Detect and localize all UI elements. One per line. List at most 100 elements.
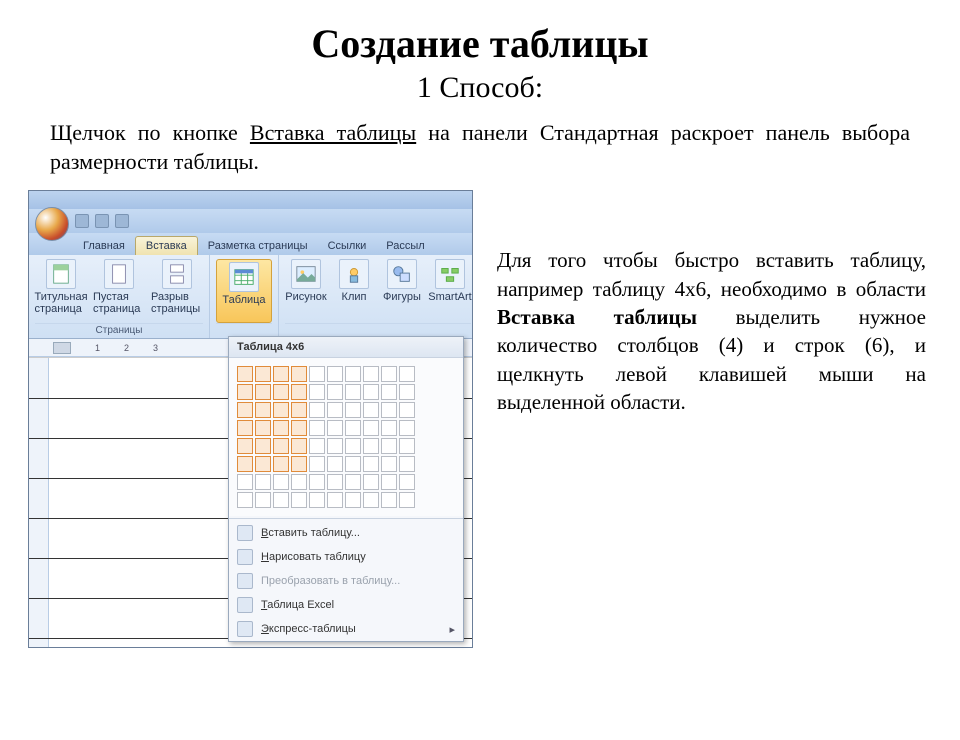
grid-cell[interactable]	[399, 456, 415, 472]
grid-cell[interactable]	[381, 384, 397, 400]
grid-cell[interactable]	[273, 456, 289, 472]
grid-cell[interactable]	[381, 420, 397, 436]
grid-cell[interactable]	[273, 474, 289, 490]
menu-excel-table[interactable]: Таблица Excel	[229, 593, 463, 617]
grid-cell[interactable]	[381, 402, 397, 418]
grid-cell[interactable]	[363, 492, 379, 508]
grid-cell[interactable]	[255, 402, 271, 418]
blank-page-button[interactable]: Пустая страница	[93, 259, 145, 323]
grid-cell[interactable]	[381, 438, 397, 454]
grid-cell[interactable]	[237, 474, 253, 490]
grid-cell[interactable]	[345, 474, 361, 490]
grid-cell[interactable]	[309, 438, 325, 454]
qat-redo-icon[interactable]	[115, 214, 129, 228]
grid-cell[interactable]	[291, 438, 307, 454]
grid-cell[interactable]	[327, 384, 343, 400]
grid-cell[interactable]	[345, 420, 361, 436]
grid-cell[interactable]	[237, 384, 253, 400]
grid-cell[interactable]	[309, 384, 325, 400]
grid-cell[interactable]	[255, 366, 271, 382]
tab-insert[interactable]: Вставка	[135, 236, 198, 255]
menu-quick-tables[interactable]: Экспресс-таблицы ▸	[229, 617, 463, 641]
grid-cell[interactable]	[327, 474, 343, 490]
page-break-button[interactable]: Разрыв страницы	[151, 259, 203, 323]
grid-cell[interactable]	[345, 384, 361, 400]
grid-cell[interactable]	[273, 438, 289, 454]
grid-cell[interactable]	[309, 402, 325, 418]
grid-cell[interactable]	[291, 474, 307, 490]
grid-cell[interactable]	[327, 438, 343, 454]
office-button[interactable]	[35, 207, 69, 241]
grid-cell[interactable]	[255, 384, 271, 400]
grid-cell[interactable]	[309, 474, 325, 490]
grid-cell[interactable]	[291, 366, 307, 382]
grid-cell[interactable]	[273, 492, 289, 508]
grid-cell[interactable]	[399, 438, 415, 454]
grid-cell[interactable]	[273, 402, 289, 418]
grid-cell[interactable]	[291, 420, 307, 436]
tab-mailings[interactable]: Рассыл	[376, 237, 434, 255]
grid-cell[interactable]	[237, 438, 253, 454]
grid-cell[interactable]	[273, 384, 289, 400]
grid-cell[interactable]	[363, 420, 379, 436]
grid-cell[interactable]	[327, 456, 343, 472]
grid-cell[interactable]	[363, 366, 379, 382]
menu-insert-table[interactable]: Вставить таблицу...	[229, 521, 463, 545]
grid-cell[interactable]	[327, 366, 343, 382]
grid-cell[interactable]	[291, 456, 307, 472]
clip-button[interactable]: Клип	[333, 259, 375, 323]
grid-cell[interactable]	[399, 402, 415, 418]
grid-cell[interactable]	[399, 366, 415, 382]
grid-cell[interactable]	[237, 456, 253, 472]
grid-cell[interactable]	[363, 402, 379, 418]
tab-page-layout[interactable]: Разметка страницы	[198, 237, 318, 255]
grid-cell[interactable]	[309, 420, 325, 436]
grid-cell[interactable]	[327, 402, 343, 418]
picture-button[interactable]: Рисунок	[285, 259, 327, 323]
grid-cell[interactable]	[255, 438, 271, 454]
grid-cell[interactable]	[309, 492, 325, 508]
grid-cell[interactable]	[237, 366, 253, 382]
grid-cell[interactable]	[381, 366, 397, 382]
grid-cell[interactable]	[255, 420, 271, 436]
qat-save-icon[interactable]	[75, 214, 89, 228]
grid-cell[interactable]	[399, 474, 415, 490]
grid-cell[interactable]	[237, 402, 253, 418]
grid-cell[interactable]	[255, 474, 271, 490]
qat-undo-icon[interactable]	[95, 214, 109, 228]
grid-cell[interactable]	[345, 492, 361, 508]
cover-page-button[interactable]: Титульная страница	[35, 259, 87, 323]
grid-cell[interactable]	[345, 402, 361, 418]
grid-cell[interactable]	[381, 456, 397, 472]
grid-cell[interactable]	[381, 492, 397, 508]
menu-draw-table[interactable]: Нарисовать таблицу	[229, 545, 463, 569]
grid-cell[interactable]	[327, 420, 343, 436]
grid-cell[interactable]	[363, 438, 379, 454]
grid-cell[interactable]	[399, 384, 415, 400]
table-button[interactable]: Таблица	[216, 259, 272, 323]
grid-cell[interactable]	[309, 456, 325, 472]
grid-cell[interactable]	[363, 456, 379, 472]
grid-cell[interactable]	[363, 474, 379, 490]
grid-cell[interactable]	[291, 492, 307, 508]
grid-cell[interactable]	[381, 474, 397, 490]
grid-cell[interactable]	[363, 384, 379, 400]
grid-cell[interactable]	[291, 402, 307, 418]
tab-home[interactable]: Главная	[73, 237, 135, 255]
grid-cell[interactable]	[327, 492, 343, 508]
grid-cell[interactable]	[237, 492, 253, 508]
grid-cell[interactable]	[345, 366, 361, 382]
tab-references[interactable]: Ссылки	[318, 237, 377, 255]
grid-cell[interactable]	[309, 366, 325, 382]
grid-cell[interactable]	[255, 492, 271, 508]
grid-cell[interactable]	[399, 420, 415, 436]
grid-cell[interactable]	[273, 420, 289, 436]
grid-cell[interactable]	[273, 366, 289, 382]
table-size-grid[interactable]	[229, 358, 463, 516]
grid-cell[interactable]	[345, 456, 361, 472]
grid-cell[interactable]	[345, 438, 361, 454]
grid-cell[interactable]	[255, 456, 271, 472]
grid-cell[interactable]	[399, 492, 415, 508]
grid-cell[interactable]	[291, 384, 307, 400]
smartart-button[interactable]: SmartArt	[429, 259, 471, 323]
